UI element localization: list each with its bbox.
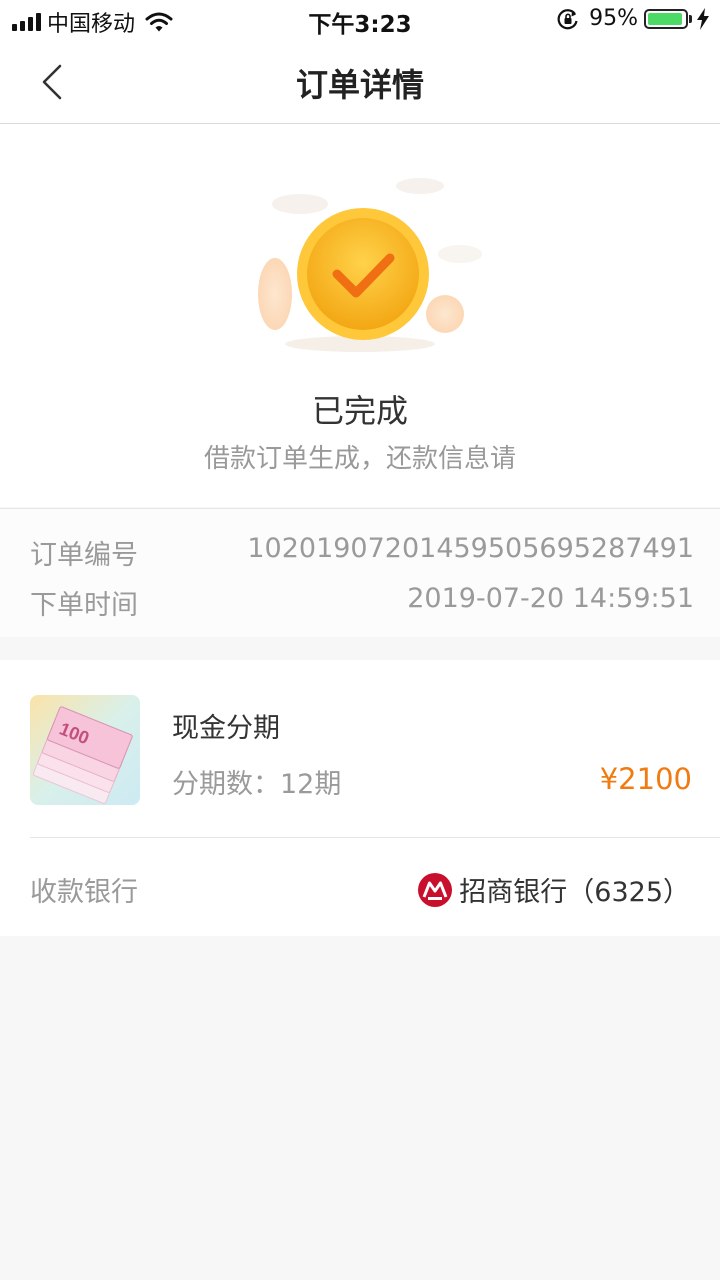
charging-icon: [697, 7, 709, 30]
battery-level: [648, 12, 683, 25]
bank-label: 收款银行: [30, 877, 138, 908]
status-bar: 中国移动 下午3:23 95%: [0, 0, 720, 40]
status-subtitle: 借款订单生成，还款信息请: [203, 444, 516, 474]
battery-percent: 95%: [589, 6, 638, 31]
status-right: 95%: [557, 6, 710, 31]
order-number-value: 10201907201459505695287491: [247, 533, 694, 564]
order-info-section: 订单编号 10201907201459505695287491 下单时间 201…: [0, 508, 720, 637]
divider: [30, 837, 720, 838]
battery-icon: [644, 8, 688, 29]
order-time-row: 下单时间 2019-07-20 14:59:51: [30, 583, 694, 623]
order-status-section: 已完成 借款订单生成，还款信息请: [0, 124, 720, 507]
installment-count: 分期数：12期: [172, 769, 342, 800]
order-number-row: 订单编号 10201907201459505695287491: [30, 533, 694, 573]
checkmark-coin-icon: [258, 178, 482, 352]
rotation-lock-icon: [557, 8, 578, 29]
product-price: ¥2100: [599, 762, 692, 796]
product-section: 100 现金分期 分期数：12期 ¥2100 收款银行 招商银行（6325）: [0, 660, 720, 936]
cmb-bank-logo-icon: [418, 873, 452, 907]
product-name: 现金分期: [172, 713, 280, 744]
battery-cap: [689, 14, 692, 23]
order-time-label: 下单时间: [30, 590, 138, 621]
bank-name: 招商银行（6325）: [459, 877, 690, 908]
order-number-label: 订单编号: [30, 540, 138, 571]
page-title: 订单详情: [295, 66, 424, 104]
status-title: 已完成: [311, 392, 408, 430]
cash-banknotes-icon: 100: [30, 695, 140, 805]
order-time-value: 2019-07-20 14:59:51: [407, 583, 694, 614]
nav-bar: 订单详情: [0, 40, 720, 124]
